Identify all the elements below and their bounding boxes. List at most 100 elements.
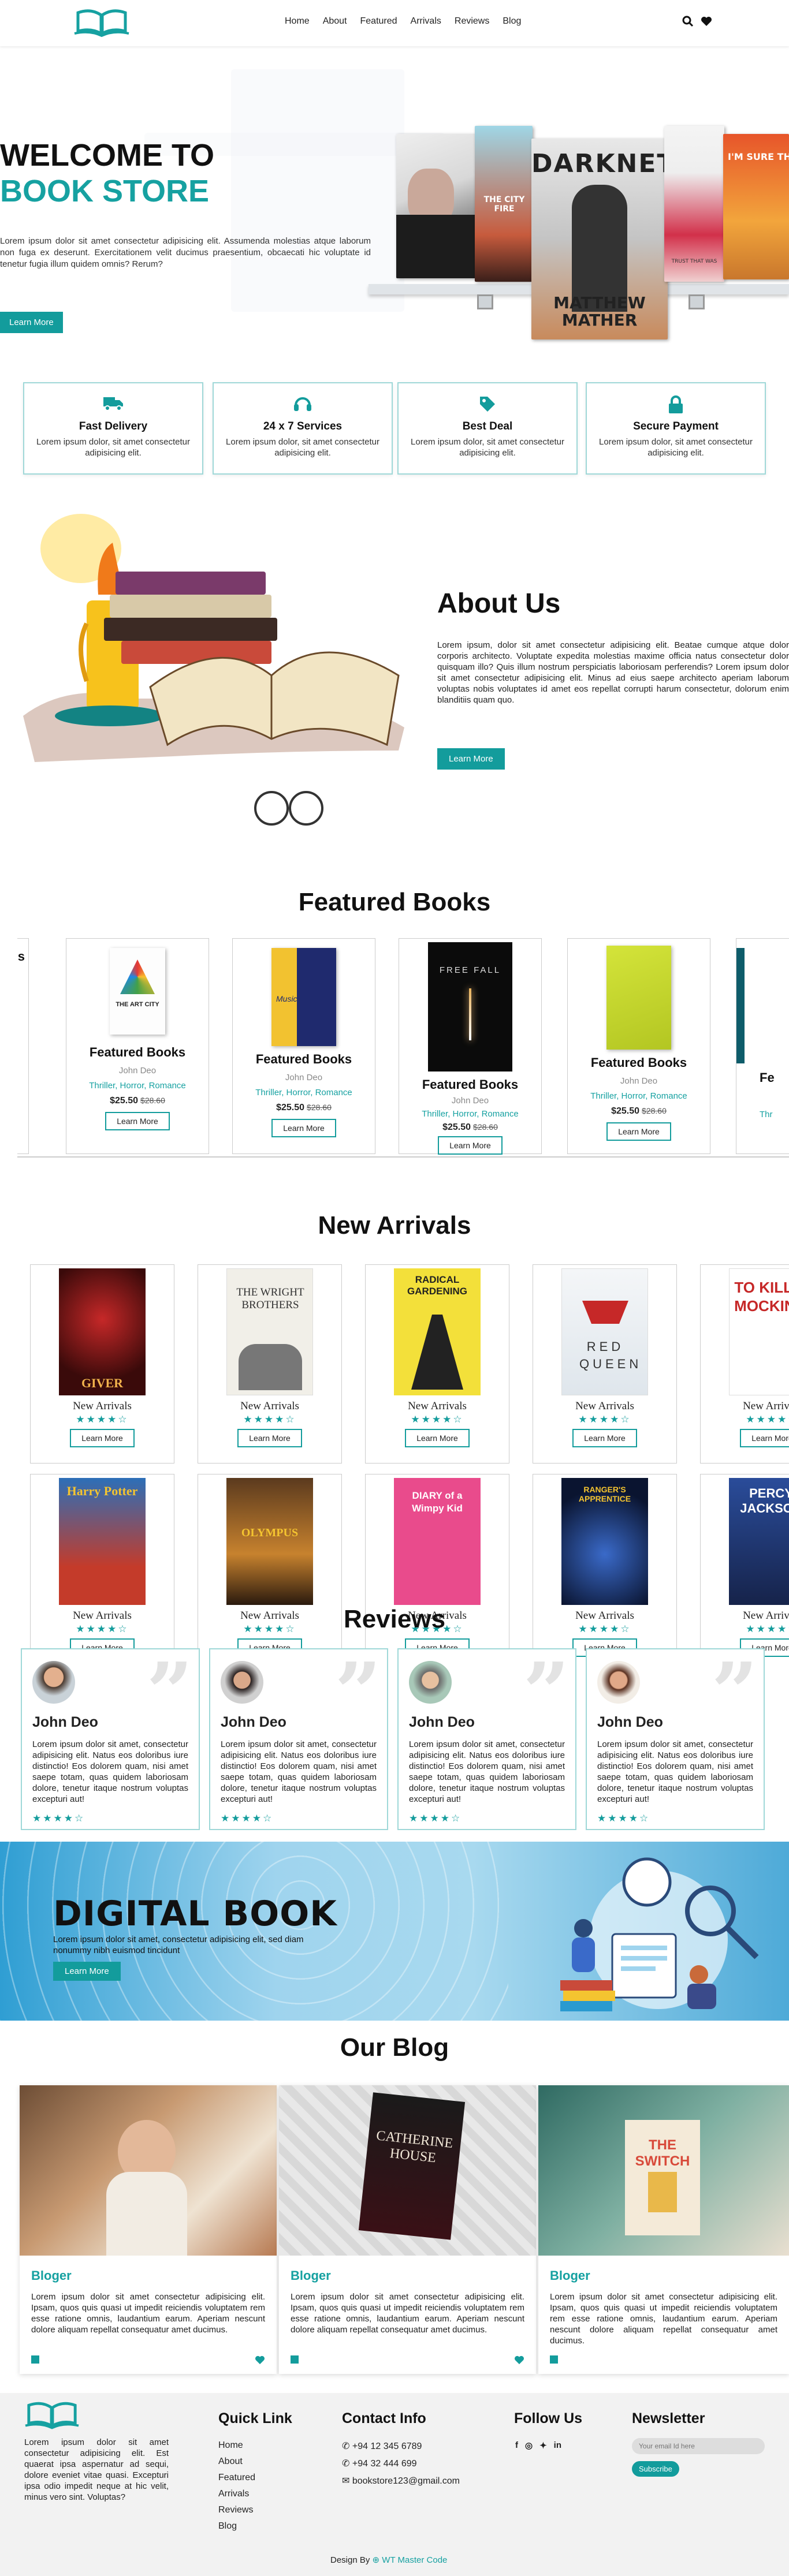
credit-logo-icon: ⊕ bbox=[372, 2555, 380, 2565]
banner-illustration bbox=[560, 1857, 759, 2011]
book-cover: THE WRIGHT BROTHERS bbox=[226, 1268, 313, 1395]
review-card: ” John Deo Lorem ipsum dolor sit amet, c… bbox=[209, 1648, 388, 1830]
calendar-icon[interactable] bbox=[291, 2355, 299, 2364]
about-learn-more-button[interactable]: Learn More bbox=[437, 748, 505, 770]
featured-learn-more-button[interactable]: Learn More bbox=[438, 1136, 503, 1155]
search-icon[interactable] bbox=[682, 16, 695, 28]
footer-link-arrivals[interactable]: Arrivals bbox=[218, 2489, 255, 2499]
linkedin-icon[interactable]: in bbox=[554, 2440, 561, 2451]
newsletter-email-input[interactable] bbox=[632, 2438, 765, 2454]
hero-text: Lorem ipsum dolor sit amet consectetur a… bbox=[0, 236, 371, 269]
book-cover: RED QUEEN bbox=[561, 1268, 648, 1395]
heart-icon[interactable] bbox=[255, 2355, 265, 2365]
reviews-title: Reviews bbox=[343, 1605, 446, 1633]
featured-book-name: Featured Books bbox=[422, 1077, 519, 1092]
review-text: Lorem ipsum dolor sit amet, consectetur … bbox=[32, 1739, 188, 1804]
arrival-card: GIVER New Arrivals ★★★★☆ Learn More bbox=[30, 1264, 174, 1464]
logo-icon[interactable] bbox=[73, 7, 130, 38]
rating-stars: ★★★★☆ bbox=[746, 1414, 789, 1425]
shelf-bracket bbox=[688, 294, 705, 309]
footer-contact-title: Contact Info bbox=[342, 2410, 426, 2426]
arrival-learn-more-button[interactable]: Learn More bbox=[237, 1429, 302, 1447]
nav-featured[interactable]: Featured bbox=[360, 16, 397, 27]
feature-title: Secure Payment bbox=[633, 420, 719, 432]
nav-arrivals[interactable]: Arrivals bbox=[411, 16, 441, 27]
featured-book-name: Featured Books bbox=[89, 1045, 186, 1059]
hero-title-line2: BOOK STORE bbox=[0, 174, 210, 208]
book-cover: Music bbox=[271, 948, 336, 1046]
arrivals-title: New Arrivals bbox=[318, 1211, 471, 1240]
nav-blog[interactable]: Blog bbox=[503, 16, 521, 27]
calendar-icon[interactable] bbox=[550, 2355, 558, 2364]
credit-link[interactable]: WT Master Code bbox=[382, 2555, 447, 2565]
subscribe-button[interactable]: Subscribe bbox=[632, 2461, 679, 2477]
nav-home[interactable]: Home bbox=[285, 16, 310, 27]
calendar-icon[interactable] bbox=[31, 2355, 39, 2364]
arrival-card: RANGER'S APPRENTICE New Arrivals ★★★★☆ L… bbox=[533, 1474, 677, 1668]
rating-stars: ★★★★☆ bbox=[243, 1414, 296, 1425]
book-cover: RADICAL GARDENING bbox=[394, 1268, 481, 1395]
blog-card: Bloger Lorem ipsum dolor sit amet consec… bbox=[20, 2085, 277, 2374]
featured-author: John Deo bbox=[451, 1096, 489, 1106]
footer-link-featured[interactable]: Featured bbox=[218, 2473, 255, 2483]
feature-card: 24 x 7 Services Lorem ipsum dolor, sit a… bbox=[213, 382, 393, 475]
book-cover bbox=[606, 946, 671, 1050]
blog-author: Bloger bbox=[550, 2268, 590, 2283]
feature-title: Fast Delivery bbox=[79, 420, 148, 432]
avatar bbox=[32, 1661, 75, 1704]
book-cover: OLYMPUS bbox=[226, 1478, 313, 1605]
featured-slider: s THE ART CITY Featured Books John Deo T… bbox=[17, 935, 789, 1158]
featured-book-name: Featured Books bbox=[255, 1052, 352, 1066]
hero-book-cover: TRUST THAT WAS bbox=[664, 126, 724, 282]
contact-phone-1: ✆ +94 12 345 6789 bbox=[342, 2441, 422, 2451]
contact-email: ✉ bookstore123@gmail.com bbox=[342, 2476, 460, 2486]
heart-icon[interactable] bbox=[514, 2355, 524, 2365]
facebook-icon[interactable]: f bbox=[515, 2440, 518, 2451]
twitter-icon[interactable]: ✦ bbox=[539, 2440, 547, 2451]
truck-icon bbox=[103, 395, 124, 416]
digital-book-banner: DIGITAL BOOK Lorem ipsum dolor sit amet,… bbox=[0, 1842, 789, 2021]
footer-logo-icon[interactable] bbox=[24, 2399, 80, 2430]
hero-learn-more-button[interactable]: Learn More bbox=[0, 312, 63, 333]
footer-link-home[interactable]: Home bbox=[218, 2440, 255, 2451]
featured-author: John Deo bbox=[118, 1066, 157, 1076]
quote-icon: ” bbox=[711, 1645, 758, 1740]
featured-learn-more-button[interactable]: Learn More bbox=[105, 1112, 170, 1130]
footer-link-blog[interactable]: Blog bbox=[218, 2521, 255, 2532]
review-text: Lorem ipsum dolor sit amet, consectetur … bbox=[221, 1739, 377, 1804]
arrival-learn-more-button[interactable]: Learn More bbox=[70, 1429, 135, 1447]
arrival-card: PERCY JACKSON New Arrivals ★★★★☆ Learn M… bbox=[700, 1474, 789, 1668]
review-card: ” John Deo Lorem ipsum dolor sit amet, c… bbox=[586, 1648, 765, 1830]
avatar bbox=[221, 1661, 263, 1704]
footer-link-about[interactable]: About bbox=[218, 2456, 255, 2467]
arrival-learn-more-button[interactable]: Learn More bbox=[740, 1429, 789, 1447]
blog-image: CATHERINE HOUSE bbox=[279, 2085, 536, 2256]
feature-card: Fast Delivery Lorem ipsum dolor, sit ame… bbox=[23, 382, 203, 475]
featured-learn-more-button[interactable]: Learn More bbox=[606, 1122, 671, 1141]
rating-stars: ★★★★☆ bbox=[409, 1813, 462, 1824]
featured-genre: Thriller, Horror, Romance bbox=[422, 1109, 519, 1119]
review-text: Lorem ipsum dolor sit amet, consectetur … bbox=[409, 1739, 565, 1804]
phone-icon: ✆ bbox=[342, 2441, 352, 2451]
featured-learn-more-button[interactable]: Learn More bbox=[271, 1119, 336, 1137]
feature-card: Secure Payment Lorem ipsum dolor, sit am… bbox=[586, 382, 766, 475]
arrival-learn-more-button[interactable]: Learn More bbox=[572, 1429, 637, 1447]
digital-learn-more-button[interactable]: Learn More bbox=[53, 1962, 121, 1981]
phone-icon: ✆ bbox=[342, 2459, 352, 2469]
book-cover: Harry Potter bbox=[59, 1478, 146, 1605]
feature-text: Lorem ipsum dolor, sit amet consectetur … bbox=[36, 437, 190, 458]
review-card: ” John Deo Lorem ipsum dolor sit amet, c… bbox=[21, 1648, 200, 1830]
nav-reviews[interactable]: Reviews bbox=[455, 16, 489, 27]
arrival-caption: New Arrivals bbox=[73, 1400, 132, 1412]
arrival-learn-more-button[interactable]: Learn More bbox=[405, 1429, 470, 1447]
quote-icon: ” bbox=[334, 1645, 381, 1740]
digital-book-text: Lorem ipsum dolor sit amet, consectetur … bbox=[53, 1935, 304, 1955]
featured-card: THE ART CITY Featured Books John Deo Thr… bbox=[66, 938, 209, 1154]
heart-icon[interactable] bbox=[701, 16, 713, 28]
footer-link-reviews[interactable]: Reviews bbox=[218, 2505, 255, 2515]
feature-text: Lorem ipsum dolor, sit amet consectetur … bbox=[226, 437, 379, 458]
footer-quick-links: Home About Featured Arrivals Reviews Blo… bbox=[218, 2440, 255, 2537]
instagram-icon[interactable]: ◎ bbox=[525, 2440, 533, 2451]
quote-icon: ” bbox=[523, 1645, 570, 1740]
nav-about[interactable]: About bbox=[323, 16, 347, 27]
